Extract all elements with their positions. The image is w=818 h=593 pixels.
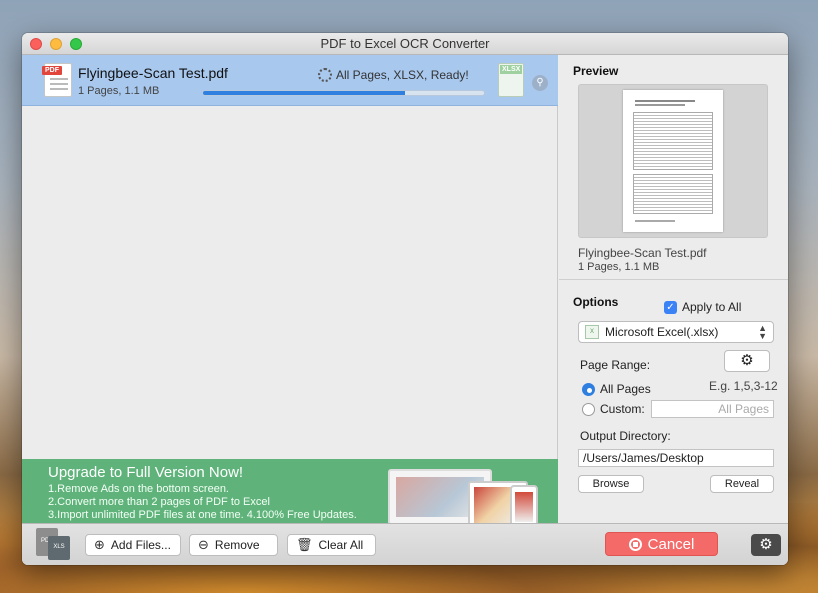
upgrade-banner[interactable]: Upgrade to Full Version Now! 1.Remove Ad… <box>22 459 558 523</box>
options-heading: Options <box>573 295 619 309</box>
preview-heading: Preview <box>573 64 619 78</box>
file-meta: 1 Pages, 1.1 MB <box>78 85 160 97</box>
minimize-window-button[interactable] <box>50 38 62 50</box>
maximize-window-button[interactable] <box>70 38 82 50</box>
radio-unselected-icon[interactable] <box>582 402 595 416</box>
banner-line: 3.Import unlimited PDF files at one time… <box>48 509 357 521</box>
banner-line: 1.Remove Ads on the bottom screen. <box>48 483 229 495</box>
title-bar: PDF to Excel OCR Converter <box>22 33 788 55</box>
preview-thumbnail <box>578 84 768 238</box>
xlsx-file-icon: XLSX <box>498 63 524 97</box>
preview-file-meta: 1 Pages, 1.1 MB <box>578 261 660 273</box>
file-list-item[interactable]: PDF Flyingbee-Scan Test.pdf 1 Pages, 1.1… <box>22 55 558 106</box>
conversion-progress-bar <box>202 90 485 96</box>
bottom-toolbar: PDF XLS ⊕ Add Files... ⊖ Remove 🗑 Clear … <box>22 523 788 565</box>
progress-fill <box>203 91 406 95</box>
clear-all-button[interactable]: 🗑 Clear All <box>287 534 376 556</box>
preview-page-image <box>623 90 723 232</box>
custom-range-input[interactable]: All Pages <box>651 400 774 418</box>
page-range-label: Page Range: <box>580 358 651 372</box>
side-panel: Preview Flyingbee-Scan Test.pdf 1 Pages,… <box>559 55 788 523</box>
all-pages-radio[interactable]: All Pages <box>582 382 651 396</box>
app-window: PDF to Excel OCR Converter PDF Flyingbee… <box>22 33 788 565</box>
output-format-select[interactable]: X Microsoft Excel(.xlsx) ▲ ▼ <box>578 321 774 343</box>
file-status-text: All Pages, XLSX, Ready! <box>336 68 469 82</box>
apply-to-all-checkbox[interactable]: ✓ Apply to All <box>664 300 741 314</box>
settings-button[interactable]: ⚙ <box>751 534 781 556</box>
remove-button[interactable]: ⊖ Remove <box>189 534 278 556</box>
checkmark-icon[interactable]: ✓ <box>664 300 677 314</box>
banner-devices-image <box>388 467 556 523</box>
gear-icon: ⚙ <box>740 352 754 369</box>
add-files-label: Add Files... <box>110 538 171 552</box>
select-arrows-icon: ▲ ▼ <box>758 323 767 341</box>
radio-selected-icon[interactable] <box>582 382 595 396</box>
reveal-button[interactable]: Reveal <box>710 475 774 493</box>
window-title: PDF to Excel OCR Converter <box>320 36 490 51</box>
window-controls <box>30 38 82 50</box>
file-status: All Pages, XLSX, Ready! <box>318 68 469 82</box>
add-file-icon: ⊕ <box>94 537 105 552</box>
gear-icon: ⚙ <box>759 536 773 553</box>
apply-to-all-label: Apply to All <box>682 300 742 314</box>
output-format-value: Microsoft Excel(.xlsx) <box>605 325 719 339</box>
remove-file-icon: ⊖ <box>198 537 209 552</box>
output-directory-field[interactable]: /Users/James/Desktop <box>578 449 774 467</box>
pdf-file-icon: PDF <box>42 63 72 97</box>
trash-icon: 🗑 <box>296 537 313 552</box>
range-hint: E.g. 1,5,3-12 <box>709 379 778 393</box>
add-files-button[interactable]: ⊕ Add Files... <box>85 534 181 556</box>
close-window-button[interactable] <box>30 38 42 50</box>
custom-label: Custom: <box>600 402 645 416</box>
banner-line: 2.Convert more than 2 pages of PDF to Ex… <box>48 496 270 508</box>
spinner-icon <box>318 68 332 82</box>
magnifier-icon[interactable]: ⚲ <box>532 75 548 91</box>
excel-icon: X <box>585 325 599 339</box>
banner-title: Upgrade to Full Version Now! <box>48 464 244 481</box>
output-directory-label: Output Directory: <box>580 429 671 443</box>
cancel-button[interactable]: Cancel <box>605 532 718 556</box>
browse-button[interactable]: Browse <box>578 475 644 493</box>
stop-icon <box>628 537 642 551</box>
app-logo-icon: PDF XLS <box>36 528 70 560</box>
all-pages-label: All Pages <box>600 382 651 396</box>
logo-xls-text: XLS <box>48 536 70 560</box>
remove-label: Remove <box>214 538 260 552</box>
file-list-pane[interactable]: PDF Flyingbee-Scan Test.pdf 1 Pages, 1.1… <box>22 55 558 523</box>
custom-range-radio[interactable]: Custom: <box>582 402 645 416</box>
divider <box>559 279 788 280</box>
preview-file-name: Flyingbee-Scan Test.pdf <box>578 246 707 260</box>
clear-all-label: Clear All <box>318 538 364 552</box>
cancel-label: Cancel <box>647 535 695 553</box>
page-range-settings-button[interactable]: ⚙ <box>724 350 770 372</box>
file-name: Flyingbee-Scan Test.pdf <box>78 65 228 81</box>
